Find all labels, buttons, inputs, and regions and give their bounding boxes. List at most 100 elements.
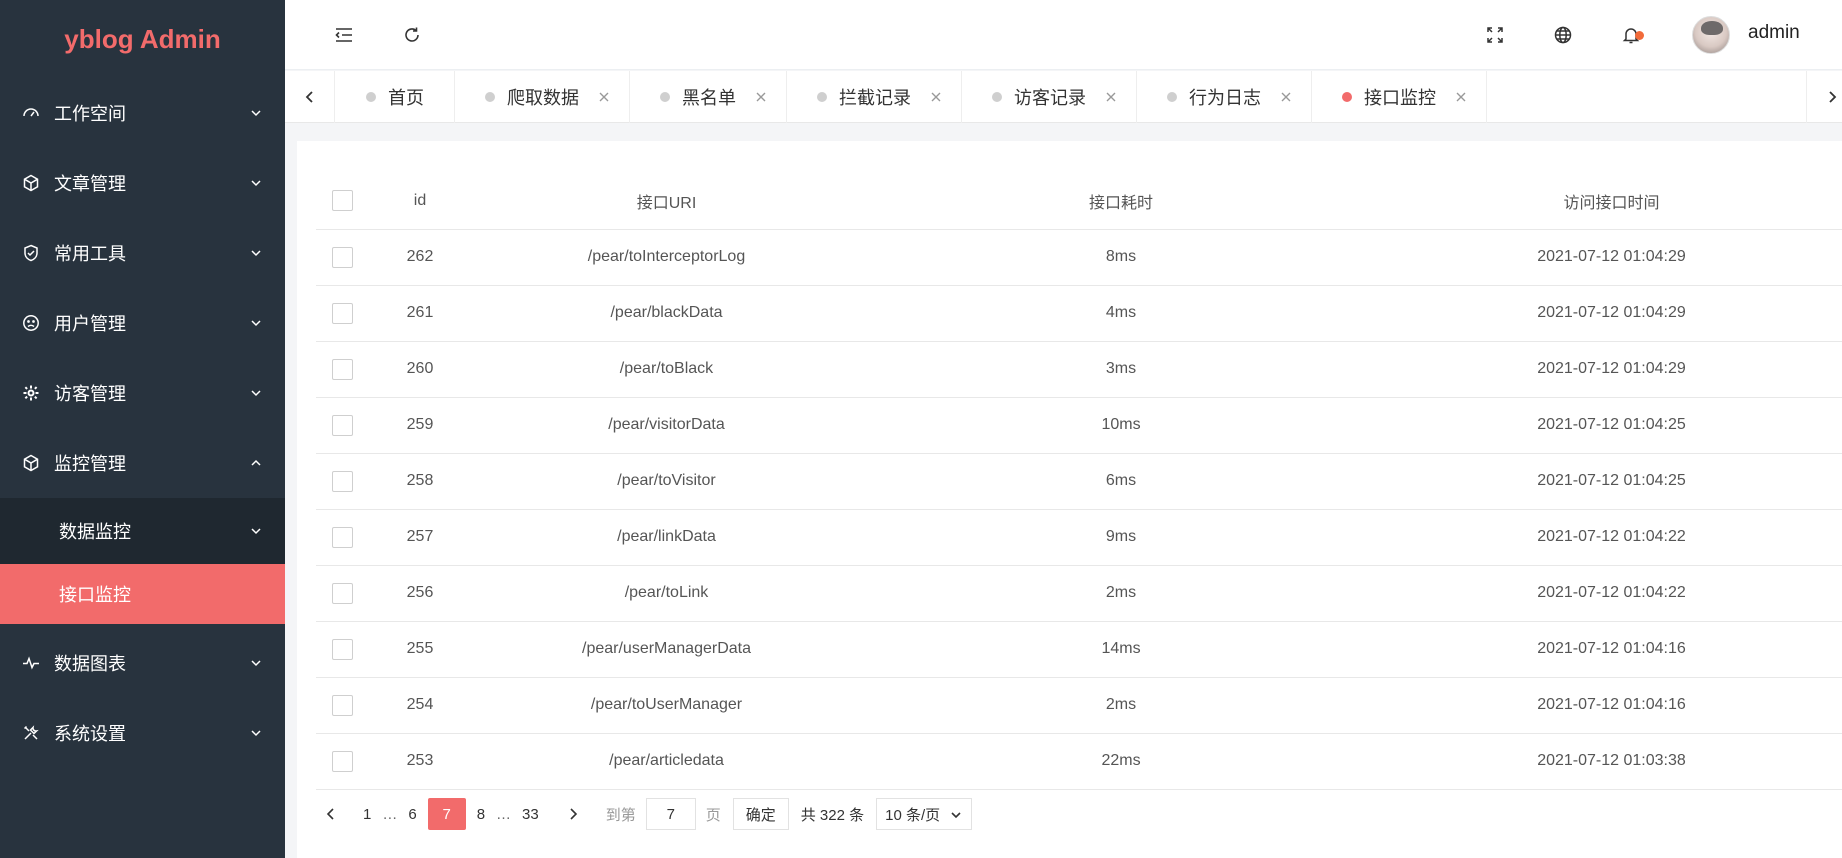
fullscreen-button[interactable] (1478, 18, 1512, 52)
chevron-up-icon (251, 459, 261, 466)
tab-crawl-data[interactable]: 爬取数据 (455, 71, 630, 123)
refresh-button[interactable] (395, 18, 429, 52)
cell-cost: 2ms (861, 677, 1381, 734)
tab-visitor-log[interactable]: 访客记录 (962, 71, 1137, 123)
current-page-button[interactable]: 7 (427, 798, 466, 830)
sidebar-item-visitors[interactable]: 访客管理 (0, 358, 285, 428)
avatar[interactable] (1692, 16, 1730, 54)
row-checkbox[interactable] (331, 246, 353, 268)
language-button[interactable] (1546, 18, 1580, 52)
close-icon[interactable] (1279, 90, 1293, 104)
cell-id: 255 (368, 621, 472, 678)
page-button[interactable]: 8 (470, 798, 492, 830)
tab-dot-active (1342, 92, 1352, 102)
table-row[interactable]: 259 /pear/visitorData 10ms 2021-07-12 01… (316, 397, 1842, 454)
sidebar-item-workspace[interactable]: 工作空间 (0, 78, 285, 148)
top-header: admin (285, 0, 1842, 70)
notification-button[interactable] (1614, 18, 1648, 52)
page-size-select[interactable]: 10 条/页 (876, 798, 973, 830)
sidebar-item-tools[interactable]: 常用工具 (0, 218, 285, 288)
username[interactable]: admin (1748, 22, 1800, 44)
column-header-uri[interactable]: 接口URI (472, 173, 861, 230)
tab-api-monitor[interactable]: 接口监控 (1312, 71, 1487, 123)
cell-uri: /pear/articledata (472, 733, 861, 790)
sidebar-item-label: 访客管理 (54, 384, 126, 404)
tab-label: 访客记录 (1014, 88, 1086, 108)
row-checkbox[interactable] (331, 582, 353, 604)
close-icon[interactable] (597, 90, 611, 104)
cell-uri: /pear/blackData (472, 285, 861, 342)
sidebar-subitem-api-monitor[interactable]: 接口监控 (0, 564, 285, 624)
sidebar-item-label: 用户管理 (54, 314, 126, 334)
table-row[interactable]: 257 /pear/linkData 9ms 2021-07-12 01:04:… (316, 509, 1842, 566)
close-icon[interactable] (929, 90, 943, 104)
tab-dot (485, 92, 495, 102)
chevron-right-icon (570, 808, 577, 820)
row-checkbox[interactable] (331, 358, 353, 380)
tab-scroll-left-button[interactable] (285, 71, 335, 123)
tab-behavior-log[interactable]: 行为日志 (1137, 71, 1312, 123)
close-icon[interactable] (1454, 90, 1468, 104)
sidebar-item-label: 数据图表 (54, 654, 126, 674)
app-logo: yblog Admin (64, 23, 221, 54)
collapse-menu-button[interactable] (327, 18, 361, 52)
chevron-down-icon (251, 660, 261, 667)
tab-dot (366, 92, 376, 102)
table-row[interactable]: 262 /pear/toInterceptorLog 8ms 2021-07-1… (316, 229, 1842, 286)
select-all-checkbox[interactable] (331, 190, 353, 212)
sidebar-item-articles[interactable]: 文章管理 (0, 148, 285, 218)
close-icon[interactable] (1104, 90, 1118, 104)
goto-page-input[interactable] (645, 798, 696, 830)
sidebar-subitem-label: 接口监控 (59, 585, 131, 605)
column-header-id[interactable]: id (368, 173, 472, 230)
sidebar-item-charts[interactable]: 数据图表 (0, 628, 285, 698)
table-row[interactable]: 258 /pear/toVisitor 6ms 2021-07-12 01:04… (316, 453, 1842, 510)
table-row[interactable]: 256 /pear/toLink 2ms 2021-07-12 01:04:22 (316, 565, 1842, 622)
column-header-time[interactable]: 访问接口时间 (1381, 173, 1842, 230)
chevron-down-icon (251, 390, 261, 397)
table-row[interactable]: 255 /pear/userManagerData 14ms 2021-07-1… (316, 621, 1842, 678)
sidebar-item-monitoring[interactable]: 监控管理 (0, 428, 285, 498)
next-page-button[interactable] (558, 798, 588, 830)
page-button[interactable]: 6 (401, 798, 423, 830)
sidebar-item-settings[interactable]: 系统设置 (0, 698, 285, 768)
tab-dot (817, 92, 827, 102)
sidebar-item-users[interactable]: 用户管理 (0, 288, 285, 358)
pagination: 1 … 6 7 8 … 33 到第 页 确定 共 322 条 10 条/页 (316, 798, 973, 830)
cell-id: 256 (368, 565, 472, 622)
prev-page-button[interactable] (316, 798, 346, 830)
close-icon[interactable] (754, 90, 768, 104)
page-button[interactable]: 1 (356, 798, 378, 830)
cell-id: 260 (368, 341, 472, 398)
row-checkbox[interactable] (331, 470, 353, 492)
api-monitor-table: id 接口URI 接口耗时 访问接口时间 262 /pear/toInterce… (316, 173, 1842, 790)
tab-bar: 首页 爬取数据 黑名单 拦截记录 访客记录 行为日志 接口监控 (285, 71, 1842, 123)
row-select-cell (316, 397, 368, 454)
dashboard-icon (22, 104, 40, 122)
goto-confirm-button[interactable]: 确定 (732, 798, 789, 830)
sidebar-subitem-data-monitor[interactable]: 数据监控 (0, 498, 285, 564)
tab-scroll-right-button[interactable] (1806, 71, 1842, 123)
row-checkbox[interactable] (331, 302, 353, 324)
cell-uri: /pear/toVisitor (472, 453, 861, 510)
table-row[interactable]: 261 /pear/blackData 4ms 2021-07-12 01:04… (316, 285, 1842, 342)
page-button[interactable]: 33 (515, 798, 546, 830)
column-header-cost[interactable]: 接口耗时 (861, 173, 1381, 230)
table-row[interactable]: 254 /pear/toUserManager 2ms 2021-07-12 0… (316, 677, 1842, 734)
shield-icon (22, 244, 40, 262)
row-select-cell (316, 509, 368, 566)
row-select-cell (316, 621, 368, 678)
tab-intercept-log[interactable]: 拦截记录 (787, 71, 962, 123)
row-checkbox[interactable] (331, 638, 353, 660)
tab-home[interactable]: 首页 (336, 71, 455, 123)
row-checkbox[interactable] (331, 526, 353, 548)
row-checkbox[interactable] (331, 694, 353, 716)
row-checkbox[interactable] (331, 414, 353, 436)
tab-label: 首页 (388, 88, 424, 108)
table-row[interactable]: 260 /pear/toBlack 3ms 2021-07-12 01:04:2… (316, 341, 1842, 398)
row-select-cell (316, 733, 368, 790)
row-checkbox[interactable] (331, 750, 353, 772)
tab-blacklist[interactable]: 黑名单 (630, 71, 787, 123)
table-row[interactable]: 253 /pear/articledata 22ms 2021-07-12 01… (316, 733, 1842, 790)
cell-uri: /pear/toBlack (472, 341, 861, 398)
